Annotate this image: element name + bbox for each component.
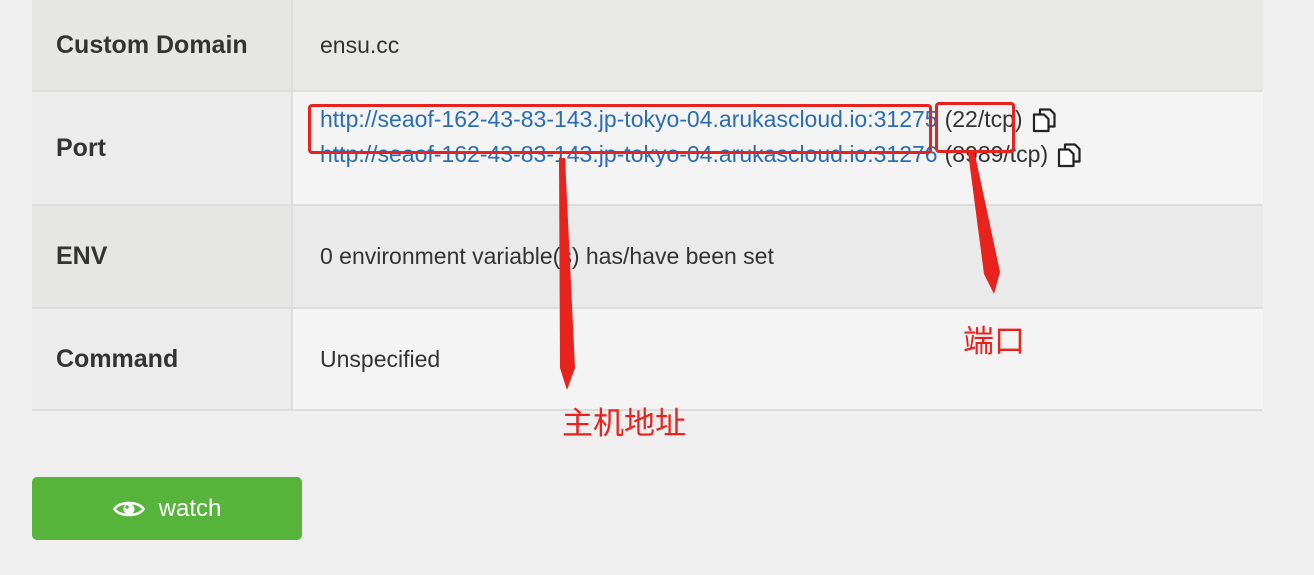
- port-label: Port: [32, 92, 293, 204]
- container-details-table: Custom Domain ensu.cc Port http://seaof-…: [32, 0, 1263, 411]
- custom-domain-label: Custom Domain: [32, 0, 293, 90]
- env-label: ENV: [32, 206, 293, 307]
- port-annotation-label: 端口: [963, 324, 1025, 360]
- custom-domain-value: ensu.cc: [293, 0, 1263, 90]
- custom-domain-row: Custom Domain ensu.cc: [32, 0, 1263, 92]
- host-annotation-label: 主机地址: [562, 406, 686, 442]
- eye-icon: [112, 498, 145, 520]
- port-highlight-box: [935, 102, 1015, 153]
- copy-icon[interactable]: [1056, 142, 1082, 168]
- watch-button[interactable]: watch: [32, 477, 302, 540]
- command-label: Command: [32, 309, 293, 409]
- watch-button-label: watch: [158, 494, 222, 522]
- host-highlight-box: [308, 104, 932, 154]
- env-row: ENV 0 environment variable(s) has/have b…: [32, 206, 1263, 309]
- command-value: Unspecified: [293, 309, 1263, 409]
- env-value: 0 environment variable(s) has/have been …: [293, 206, 1263, 307]
- copy-icon[interactable]: [1031, 107, 1057, 133]
- command-row: Command Unspecified: [32, 309, 1263, 411]
